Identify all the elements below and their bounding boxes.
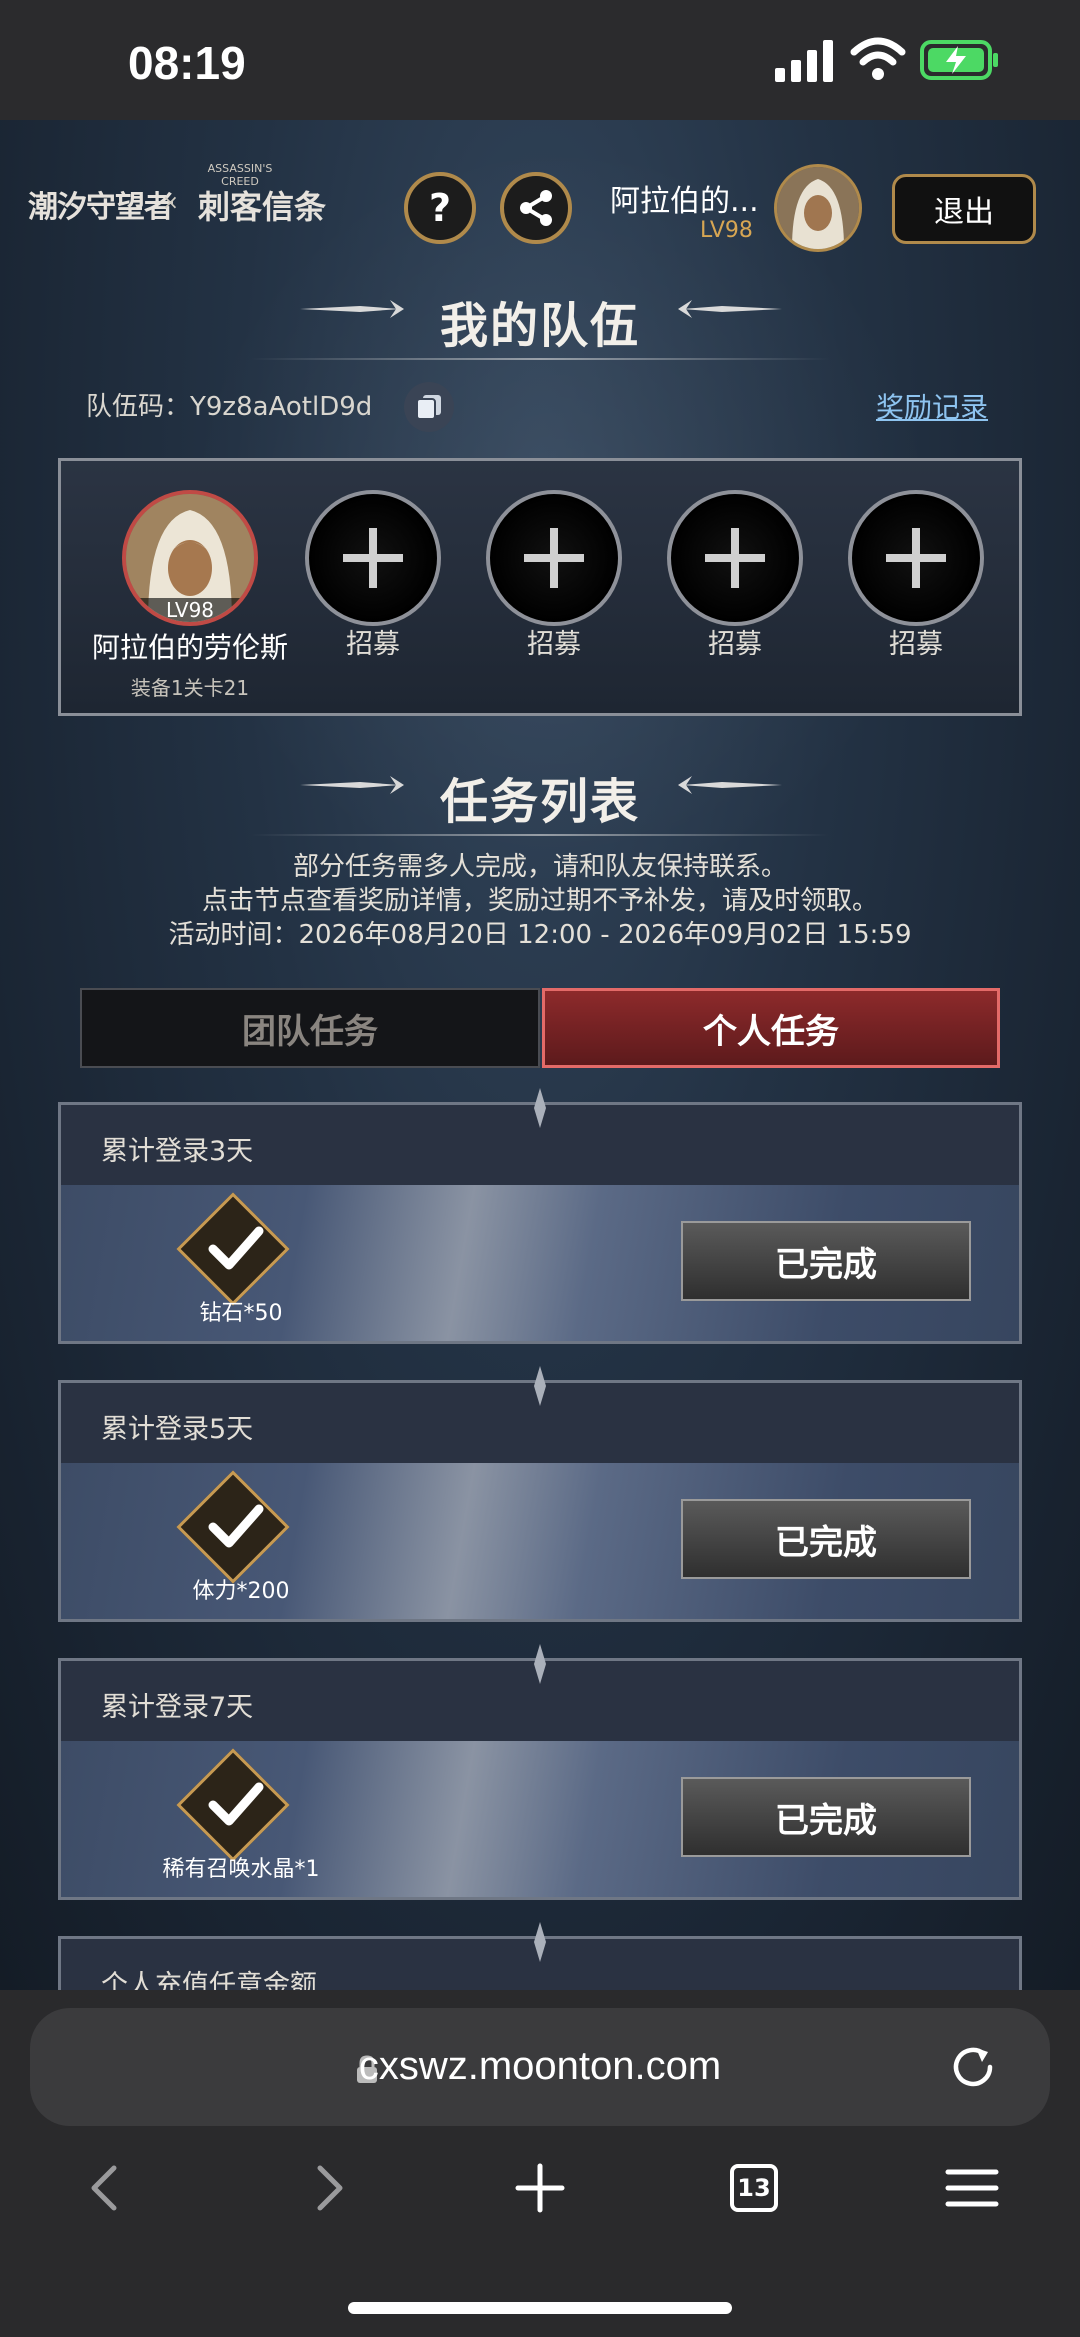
partner-logo: 刺客信条 xyxy=(198,188,327,226)
plus-icon xyxy=(705,528,765,588)
recruit-circle xyxy=(486,490,622,626)
url-text: cxswz.moonton.com xyxy=(358,2044,722,2088)
task-body: 钻石*50 已完成 xyxy=(61,1185,1019,1341)
user-name: 阿拉伯的... xyxy=(610,184,759,219)
status-time: 08:19 xyxy=(128,37,246,89)
team-leader[interactable]: LV98 阿拉伯的劳伦斯 装备1关卡21 xyxy=(92,490,288,701)
status-bar: 08:19 xyxy=(0,0,1080,120)
task-body: 体力*200 已完成 xyxy=(61,1463,1019,1619)
recruit-slot[interactable]: 招募 xyxy=(846,490,986,661)
recruit-label: 招募 xyxy=(889,629,943,660)
completed-button[interactable]: 已完成 xyxy=(681,1499,971,1579)
task-notes: 部分任务需多人完成，请和队友保持联系。 点击节点查看奖励详情，奖励过期不予补发，… xyxy=(0,850,1080,952)
recruit-slot[interactable]: 招募 xyxy=(665,490,805,661)
completed-button[interactable]: 已完成 xyxy=(681,1777,971,1857)
task-body: 稀有召唤水晶*1 已完成 xyxy=(61,1741,1019,1897)
home-indicator xyxy=(348,2302,732,2314)
tab-team-tasks[interactable]: 团队任务 xyxy=(80,988,540,1068)
help-button[interactable]: ? xyxy=(404,172,476,244)
title-ornament-right-icon xyxy=(678,776,782,794)
card-ornament-icon xyxy=(534,1644,546,1684)
task-note: 点击节点查看奖励详情，奖励过期不予补发，请及时领取。 xyxy=(201,886,878,916)
checkmark-icon xyxy=(208,1782,264,1826)
copy-icon xyxy=(416,395,441,420)
forward-icon[interactable] xyxy=(298,2158,358,2218)
tab-personal-tasks[interactable]: 个人任务 xyxy=(542,988,1000,1068)
checkmark-icon xyxy=(208,1226,264,1270)
web-page: 潮汐守望者 × ASSASSIN'S CREED 刺客信条 ? 阿拉伯的... … xyxy=(0,120,1080,1990)
share-icon xyxy=(520,190,552,226)
title-underline xyxy=(250,358,830,360)
battery-charging-icon xyxy=(920,40,998,80)
task-list-title: 任务列表 xyxy=(439,774,640,830)
event-time: 活动时间：2026年08月20日 12:00 - 2026年09月02日 15:… xyxy=(168,920,912,950)
back-icon[interactable] xyxy=(76,2158,136,2218)
recruit-label: 招募 xyxy=(346,629,400,660)
tabs-count: 13 xyxy=(737,2174,771,2202)
recruit-circle xyxy=(305,490,441,626)
task-title: 个人充值任意金额 xyxy=(101,1970,317,1990)
checkmark-icon xyxy=(208,1504,264,1548)
recruit-label: 招募 xyxy=(527,629,581,660)
task-title: 累计登录3天 xyxy=(101,1136,254,1167)
copy-code-button[interactable] xyxy=(404,382,454,432)
recruit-label: 招募 xyxy=(708,629,762,660)
logout-button[interactable]: 退出 xyxy=(892,174,1036,244)
recruit-circle xyxy=(848,490,984,626)
tabs-count-button[interactable]: 13 xyxy=(730,2164,778,2212)
card-ornament-icon xyxy=(534,1366,546,1406)
task-card: 累计登录5天 体力*200 已完成 xyxy=(58,1380,1022,1622)
recruit-slot[interactable]: 招募 xyxy=(303,490,443,661)
plus-icon xyxy=(886,528,946,588)
reward-history-link[interactable]: 奖励记录 xyxy=(876,386,988,426)
new-tab-icon[interactable] xyxy=(510,2158,570,2218)
completed-button[interactable]: 已完成 xyxy=(681,1221,971,1301)
reward-label: 稀有召唤水晶*1 xyxy=(162,1857,320,1882)
reward-label: 体力*200 xyxy=(192,1579,290,1604)
title-underline xyxy=(250,834,830,836)
card-ornament-icon xyxy=(534,1922,546,1962)
browser-toolbar: cxswz.moonton.com 13 xyxy=(0,1990,1080,2337)
plus-icon xyxy=(524,528,584,588)
user-level: LV98 xyxy=(700,218,753,243)
task-title: 累计登录5天 xyxy=(101,1414,254,1445)
recruit-circle xyxy=(667,490,803,626)
avatar-portrait-icon xyxy=(777,167,859,249)
question-icon: ? xyxy=(428,186,452,230)
recruit-slot[interactable]: 招募 xyxy=(484,490,624,661)
user-avatar[interactable] xyxy=(774,164,862,252)
leader-avatar: LV98 xyxy=(122,490,258,626)
task-title: 累计登录7天 xyxy=(101,1692,254,1723)
share-button[interactable] xyxy=(500,172,572,244)
card-ornament-icon xyxy=(534,1088,546,1128)
reload-icon[interactable] xyxy=(946,2040,1000,2094)
top-bar: 潮汐守望者 × ASSASSIN'S CREED 刺客信条 ? 阿拉伯的... … xyxy=(0,120,1080,280)
my-team-title: 我的队伍 xyxy=(439,298,640,354)
cellular-signal-icon xyxy=(775,40,833,82)
game-logo: 潮汐守望者 xyxy=(28,190,174,225)
menu-icon[interactable] xyxy=(942,2158,1002,2218)
leader-progress: 装备1关卡21 xyxy=(130,676,250,700)
leader-level: LV98 xyxy=(126,598,254,622)
task-note: 部分任务需多人完成，请和队友保持联系。 xyxy=(292,852,787,882)
task-card: 累计登录3天 钻石*50 已完成 xyxy=(58,1102,1022,1344)
title-ornament-right-icon xyxy=(678,300,782,318)
reward-label: 钻石*50 xyxy=(199,1301,283,1326)
leader-name: 阿拉伯的劳伦斯 xyxy=(91,631,288,664)
wifi-icon xyxy=(850,37,906,80)
address-bar[interactable]: cxswz.moonton.com xyxy=(30,2008,1050,2126)
plus-icon xyxy=(343,528,403,588)
logo-separator: × xyxy=(162,190,179,214)
task-card: 累计登录7天 稀有召唤水晶*1 已完成 xyxy=(58,1658,1022,1900)
team-code: 队伍码：Y9z8aAotlD9d xyxy=(86,392,373,422)
